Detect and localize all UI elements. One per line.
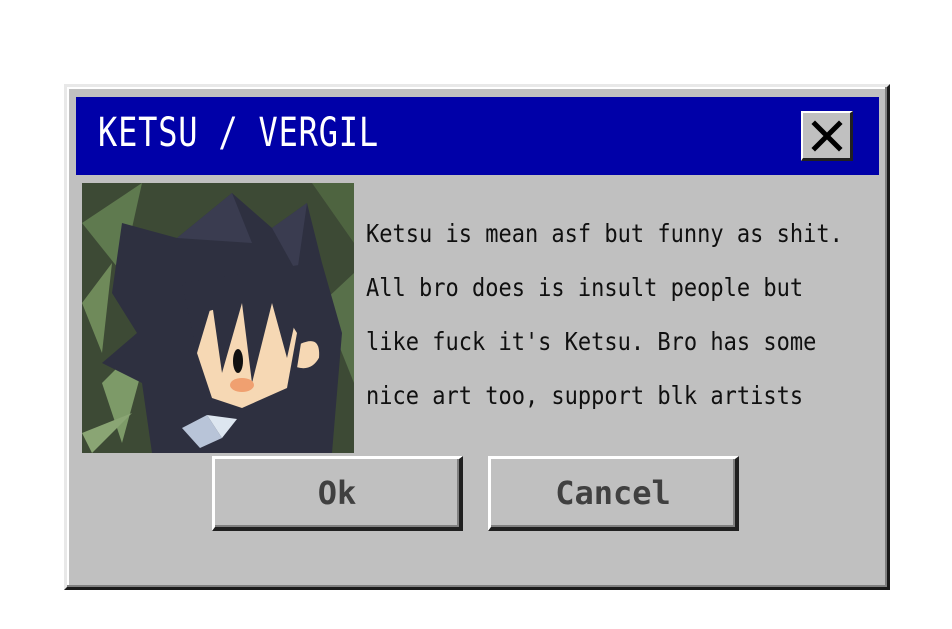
dialog-message: Ketsu is mean asf but funny as shit. All… [366, 207, 843, 423]
message-line: nice art too, support blk artists [366, 381, 804, 410]
dialog-title: KETSU / VERGIL [98, 110, 379, 156]
message-line: All bro does is insult people but [366, 273, 804, 302]
character-portrait [82, 183, 354, 453]
message-line: Ketsu is mean asf but funny as shit. [366, 219, 843, 248]
title-bar[interactable]: KETSU / VERGIL [76, 97, 879, 175]
cancel-button[interactable]: Cancel [488, 456, 739, 531]
dialog-window: KETSU / VERGIL Ketsu is mean asf but fun… [64, 84, 890, 590]
message-line: like fuck it's Ketsu. Bro has some [366, 327, 817, 356]
close-icon [811, 120, 843, 152]
close-button[interactable] [801, 111, 853, 161]
ok-button[interactable]: Ok [212, 456, 463, 531]
